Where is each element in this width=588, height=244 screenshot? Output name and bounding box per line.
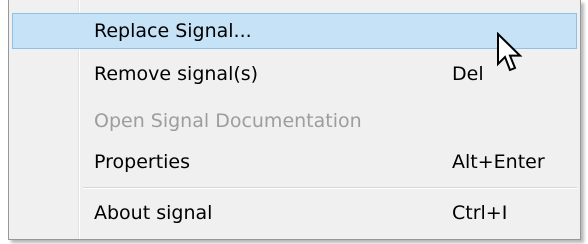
menu-item-shortcut: Del xyxy=(452,63,484,85)
menu-item-shortcut: Alt+Enter xyxy=(452,151,545,173)
menu-item-about-signal[interactable]: About signal Ctrl+I xyxy=(12,195,577,231)
menu-item-replace-signal[interactable]: Replace Signal... xyxy=(12,13,577,49)
menu-item-label: Open Signal Documentation xyxy=(94,110,362,132)
menu-item-shortcut: Ctrl+I xyxy=(452,202,508,224)
menu-item-properties[interactable]: Properties Alt+Enter xyxy=(12,144,577,180)
menu-item-remove-signal[interactable]: Remove signal(s) Del xyxy=(12,56,577,92)
menu-item-label: Properties xyxy=(94,151,191,173)
menu-separator xyxy=(83,187,577,189)
menu-item-label: Remove signal(s) xyxy=(94,63,259,85)
menu-item-open-signal-documentation: Open Signal Documentation xyxy=(12,103,577,139)
menu-item-label: Replace Signal... xyxy=(94,20,252,42)
menu-item-label: About signal xyxy=(94,202,213,224)
arrow-pointer-icon xyxy=(497,32,523,72)
